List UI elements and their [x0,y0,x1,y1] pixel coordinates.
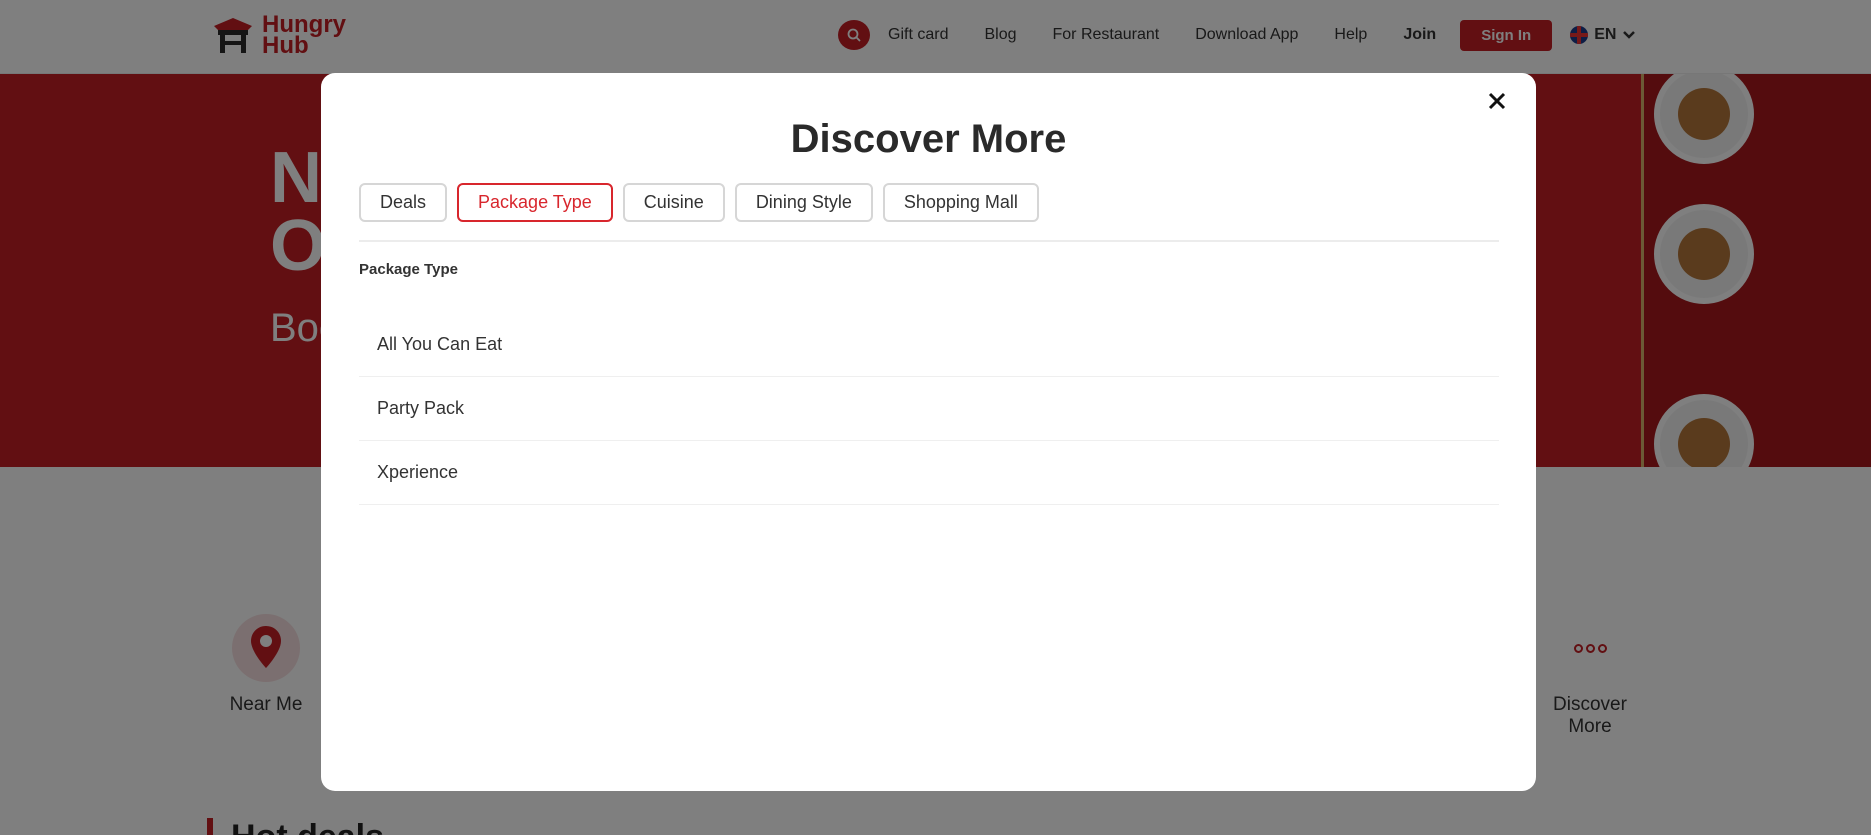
tab-package-type[interactable]: Package Type [457,183,613,222]
package-type-list: All You Can Eat Party Pack Xperience [359,313,1499,505]
modal-title: Discover More [790,117,1067,161]
tab-shopping-mall[interactable]: Shopping Mall [882,183,1039,222]
option-all-you-can-eat[interactable]: All You Can Eat [359,313,1499,377]
option-party-pack[interactable]: Party Pack [359,377,1499,441]
option-xperience[interactable]: Xperience [359,441,1499,505]
close-icon [1488,92,1506,110]
discover-more-modal: Discover More Deals Package Type Cuisine… [321,73,1536,791]
section-label: Package Type [359,261,458,278]
tab-cuisine[interactable]: Cuisine [622,183,725,222]
close-button[interactable] [1482,86,1512,116]
tab-deals[interactable]: Deals [359,183,448,222]
filter-tabs: Deals Package Type Cuisine Dining Style … [359,183,1039,222]
tabs-divider [359,240,1499,242]
tab-dining-style[interactable]: Dining Style [734,183,873,222]
